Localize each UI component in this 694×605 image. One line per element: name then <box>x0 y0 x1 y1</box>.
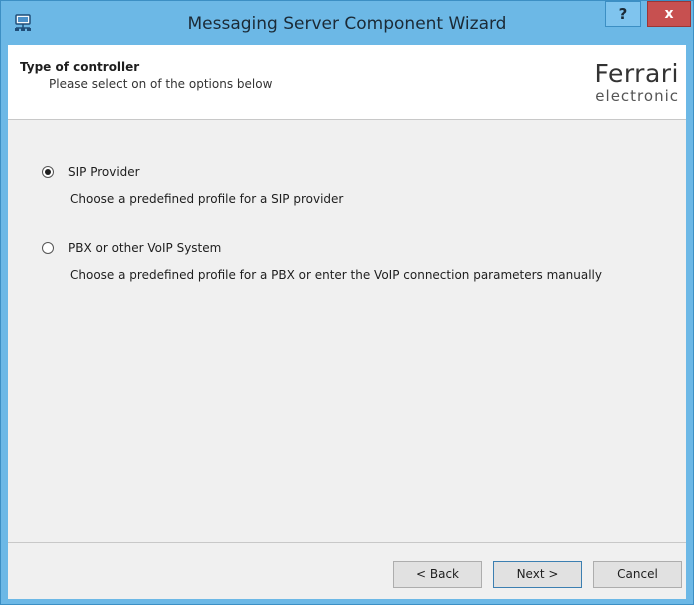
window-title: Messaging Server Component Wizard <box>187 14 507 34</box>
logo-wordmark: Ferrari <box>594 59 679 88</box>
sip-provider-description: Choose a predefined profile for a SIP pr… <box>70 192 344 206</box>
footer-divider <box>8 542 686 543</box>
sip-provider-label[interactable]: SIP Provider <box>68 165 140 179</box>
pbx-voip-radio[interactable] <box>42 242 54 254</box>
wizard-window: Messaging Server Component Wizard ? x Ty… <box>0 0 694 605</box>
help-button[interactable]: ? <box>605 1 641 27</box>
wizard-header: Type of controller Please select on of t… <box>8 45 686 120</box>
title-bar[interactable]: Messaging Server Component Wizard ? x <box>1 1 693 45</box>
next-button[interactable]: Next > <box>493 561 582 588</box>
cancel-button[interactable]: Cancel <box>593 561 682 588</box>
page-title: Type of controller <box>20 60 140 74</box>
close-button[interactable]: x <box>647 1 691 27</box>
sip-provider-radio[interactable] <box>42 166 54 178</box>
pbx-voip-label[interactable]: PBX or other VoIP System <box>68 241 221 255</box>
logo-tagline: electronic <box>595 87 679 105</box>
pbx-voip-description: Choose a predefined profile for a PBX or… <box>70 268 602 282</box>
back-button[interactable]: < Back <box>393 561 482 588</box>
page-subtitle: Please select on of the options below <box>49 77 273 91</box>
wizard-body: Type of controller Please select on of t… <box>8 45 686 599</box>
ferrari-electronic-logo: Ferrari electronic <box>563 59 683 105</box>
